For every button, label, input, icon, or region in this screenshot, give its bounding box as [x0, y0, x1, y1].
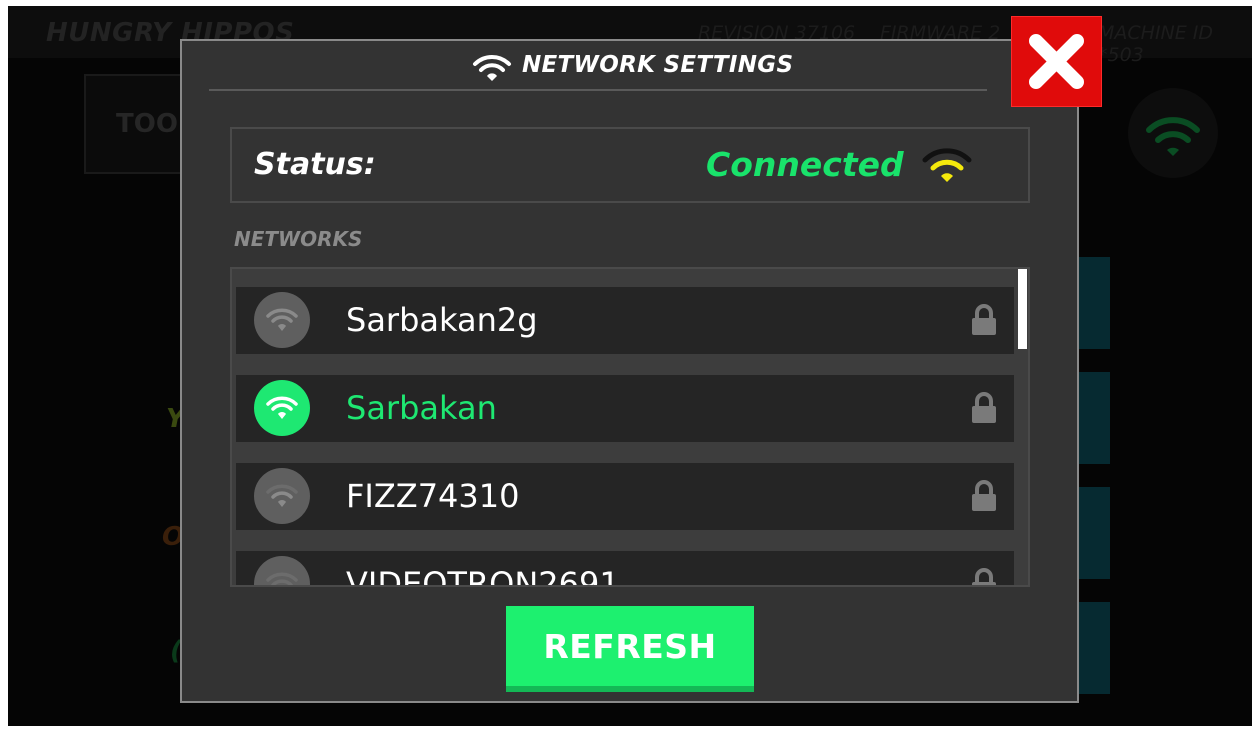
network-row-sarbakan[interactable]: Sarbakan [236, 375, 1014, 442]
refresh-button[interactable]: REFRESH [506, 606, 754, 692]
wifi-icon [254, 468, 310, 524]
network-settings-dialog: NETWORK SETTINGS Status: Connected NETWO… [180, 39, 1079, 703]
status-value: Connected [706, 145, 904, 184]
network-row-videotron2691[interactable]: VIDEOTRON2691 [236, 551, 1014, 587]
wifi-icon [254, 380, 310, 436]
close-button[interactable] [1011, 16, 1102, 107]
networks-section-label: NETWORKS [234, 227, 363, 251]
lock-icon [970, 303, 998, 341]
network-row-fizz74310[interactable]: FIZZ74310 [236, 463, 1014, 530]
dialog-header: NETWORK SETTINGS [182, 41, 1077, 91]
network-name: FIZZ74310 [346, 477, 520, 515]
lock-icon [970, 391, 998, 429]
status-panel: Status: Connected [230, 127, 1030, 203]
lock-icon [970, 479, 998, 517]
network-name: VIDEOTRON2691 [346, 565, 620, 587]
wifi-icon [472, 53, 512, 87]
wifi-icon [254, 292, 310, 348]
lock-icon [970, 567, 998, 585]
network-row-sarbakan2g[interactable]: Sarbakan2g [236, 287, 1014, 354]
networks-list[interactable]: Sarbakan2g Sarbakan FIZZ74310 VIDEOTRON2… [230, 267, 1030, 587]
wifi-icon [254, 556, 310, 585]
background-wifi-icon [1128, 88, 1218, 178]
tools-label: TOO [116, 109, 178, 139]
close-icon [1029, 34, 1084, 89]
wifi-signal-icon [922, 147, 972, 189]
network-name: Sarbakan [346, 389, 497, 427]
refresh-label: REFRESH [543, 626, 717, 666]
network-name: Sarbakan2g [346, 301, 538, 339]
status-label: Status: [254, 147, 376, 182]
networks-scrollbar[interactable] [1018, 269, 1027, 349]
dialog-title: NETWORK SETTINGS [522, 52, 794, 78]
machine-id-label: MACHINE ID *503 [1098, 22, 1214, 66]
header-divider [209, 89, 987, 91]
